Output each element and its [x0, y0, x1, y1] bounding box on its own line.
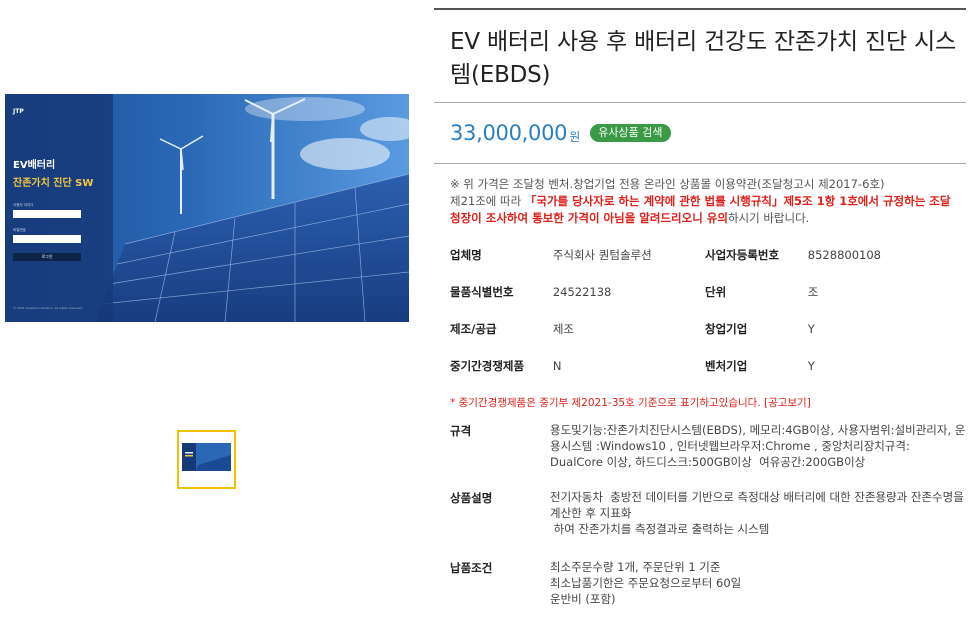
sme-value: N [552, 358, 562, 373]
image-field2-label: 비밀번호 [13, 228, 26, 232]
delivery-value: 최소주문수량 1개, 주문단위 1 기준 최소납품기한은 주문요청으로부터 60… [550, 560, 742, 606]
description-label: 상품설명 [450, 491, 493, 505]
description-row: 상품설명 전기자동차 충방전 데이터를 기반으로 측정대상 배터리에 대한 잔존… [434, 489, 966, 559]
image-headline-1: EV배터리 [13, 160, 56, 171]
itemno-label: 물품식별번호 [450, 284, 514, 299]
product-main-image: JTP EV배터리 잔존가치 진단 SW 사용자 아이디 비밀번호 로그인 © … [5, 94, 409, 322]
price-unit: 원 [569, 129, 581, 144]
price-notice: ※ 위 가격은 조달청 벤처.창업기업 전용 온라인 상품몰 이용약관(조달청고… [434, 164, 966, 236]
product-info-table: 업체명 주식회사 퀀텀솔루션 사업자등록번호 8528800108 물품식별번호… [450, 236, 960, 384]
startup-label: 창업기업 [704, 321, 748, 336]
product-thumbnail[interactable] [177, 430, 236, 489]
company-label: 업체명 [450, 247, 482, 262]
notice-line2: 제21조에 따라 「국가를 당사자로 하는 계약에 관한 법률 시행규칙」제5조… [450, 193, 956, 227]
venture-value: Y [807, 358, 815, 373]
delivery-label: 납품조건 [450, 561, 493, 575]
supply-value: 제조 [552, 321, 574, 336]
itemno-value: 24522138 [552, 284, 612, 299]
spec-value: 용도및기능:잔존가치진단시스템(EBDS), 메모리:4GB이상, 사용자범위:… [550, 423, 966, 469]
thumbnail-image [182, 435, 231, 484]
table-row: 업체명 주식회사 퀀텀솔루션 사업자등록번호 8528800108 [450, 236, 960, 273]
product-title: EV 배터리 사용 후 배터리 건강도 잔존가치 진단 시스템(EBDS) [450, 29, 956, 88]
notice-prefix: 제21조에 따라 [450, 194, 525, 208]
unit-value: 조 [807, 284, 819, 299]
spec-label: 규격 [450, 424, 472, 438]
image-field2 [13, 235, 81, 243]
company-value: 주식회사 퀀텀솔루션 [552, 247, 652, 262]
announcement-link[interactable]: [공고보기] [764, 397, 811, 409]
image-field1-label: 사용자 아이디 [13, 203, 34, 207]
similar-products-button[interactable]: 유사상품 검색 [590, 124, 671, 142]
notice-suffix: 하시기 바랍니다. [727, 211, 810, 225]
product-detail-panel: EV 배터리 사용 후 배터리 건강도 잔존가치 진단 시스템(EBDS) 33… [434, 8, 966, 609]
image-login-button: 로그인 [13, 253, 81, 261]
delivery-row: 납품조건 최소주문수량 1개, 주문단위 1 기준 최소납품기한은 주문요청으로… [434, 559, 966, 609]
supply-label: 제조/공급 [450, 321, 497, 336]
sme-note-text: * 중기간경쟁제품은 중기부 제2021-35호 기준으로 표기하고있습니다. [450, 397, 764, 409]
table-row: 중기간경쟁제품 N 벤처기업 Y [450, 347, 960, 384]
description-value: 전기자동차 충방전 데이터를 기반으로 측정대상 배터리에 대한 잔존용량과 잔… [550, 490, 964, 536]
image-field1 [13, 210, 81, 218]
table-row: 물품식별번호 24522138 단위 조 [450, 273, 960, 310]
table-row: 제조/공급 제조 창업기업 Y [450, 310, 960, 347]
image-headline-2: 잔존가치 진단 SW [13, 178, 94, 189]
price-amount: 33,000,000 [450, 121, 568, 145]
spec-row: 규격 용도및기능:잔존가치진단시스템(EBDS), 메모리:4GB이상, 사용자… [434, 422, 966, 489]
venture-label: 벤처기업 [704, 358, 748, 373]
bizno-value: 8528800108 [807, 247, 881, 262]
price-row: 33,000,000 원 유사상품 검색 [434, 103, 966, 163]
sme-note: * 중기간경쟁제품은 중기부 제2021-35호 기준으로 표기하고있습니다. … [434, 384, 966, 422]
startup-value: Y [807, 321, 815, 336]
brand-logo: JTP [13, 108, 24, 115]
sme-label: 중기간경쟁제품 [450, 358, 525, 373]
notice-line1: ※ 위 가격은 조달청 벤처.창업기업 전용 온라인 상품몰 이용약관(조달청고… [450, 177, 885, 191]
image-footer: © 2021 Quantum Solution, All rights rese… [13, 306, 83, 310]
unit-label: 단위 [704, 284, 727, 299]
notice-alert: 「국가를 당사자로 하는 계약에 관한 법률 시행규칙」제5조 1항 1호에서 … [450, 194, 951, 225]
bizno-label: 사업자등록번호 [704, 247, 780, 262]
